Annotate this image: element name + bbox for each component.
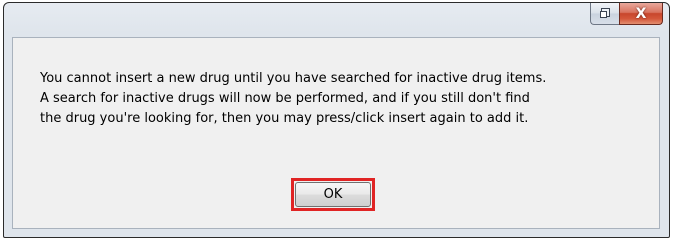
message-text: You cannot insert a new drug until you h… (40, 69, 650, 129)
restore-button[interactable] (590, 3, 619, 25)
restore-icon (599, 4, 611, 23)
message-line: A search for inactive drugs will now be … (40, 91, 530, 106)
caption-buttons: X (590, 3, 663, 25)
title-bar: X (4, 3, 669, 39)
close-button[interactable]: X (619, 3, 663, 25)
message-line: You cannot insert a new drug until you h… (40, 71, 547, 86)
message-dialog: X You cannot insert a new drug until you… (3, 2, 670, 238)
close-icon: X (635, 5, 647, 22)
message-line: the drug you're looking for, then you ma… (40, 111, 529, 126)
ok-button[interactable]: OK (295, 182, 371, 207)
dialog-content: You cannot insert a new drug until you h… (12, 37, 660, 229)
